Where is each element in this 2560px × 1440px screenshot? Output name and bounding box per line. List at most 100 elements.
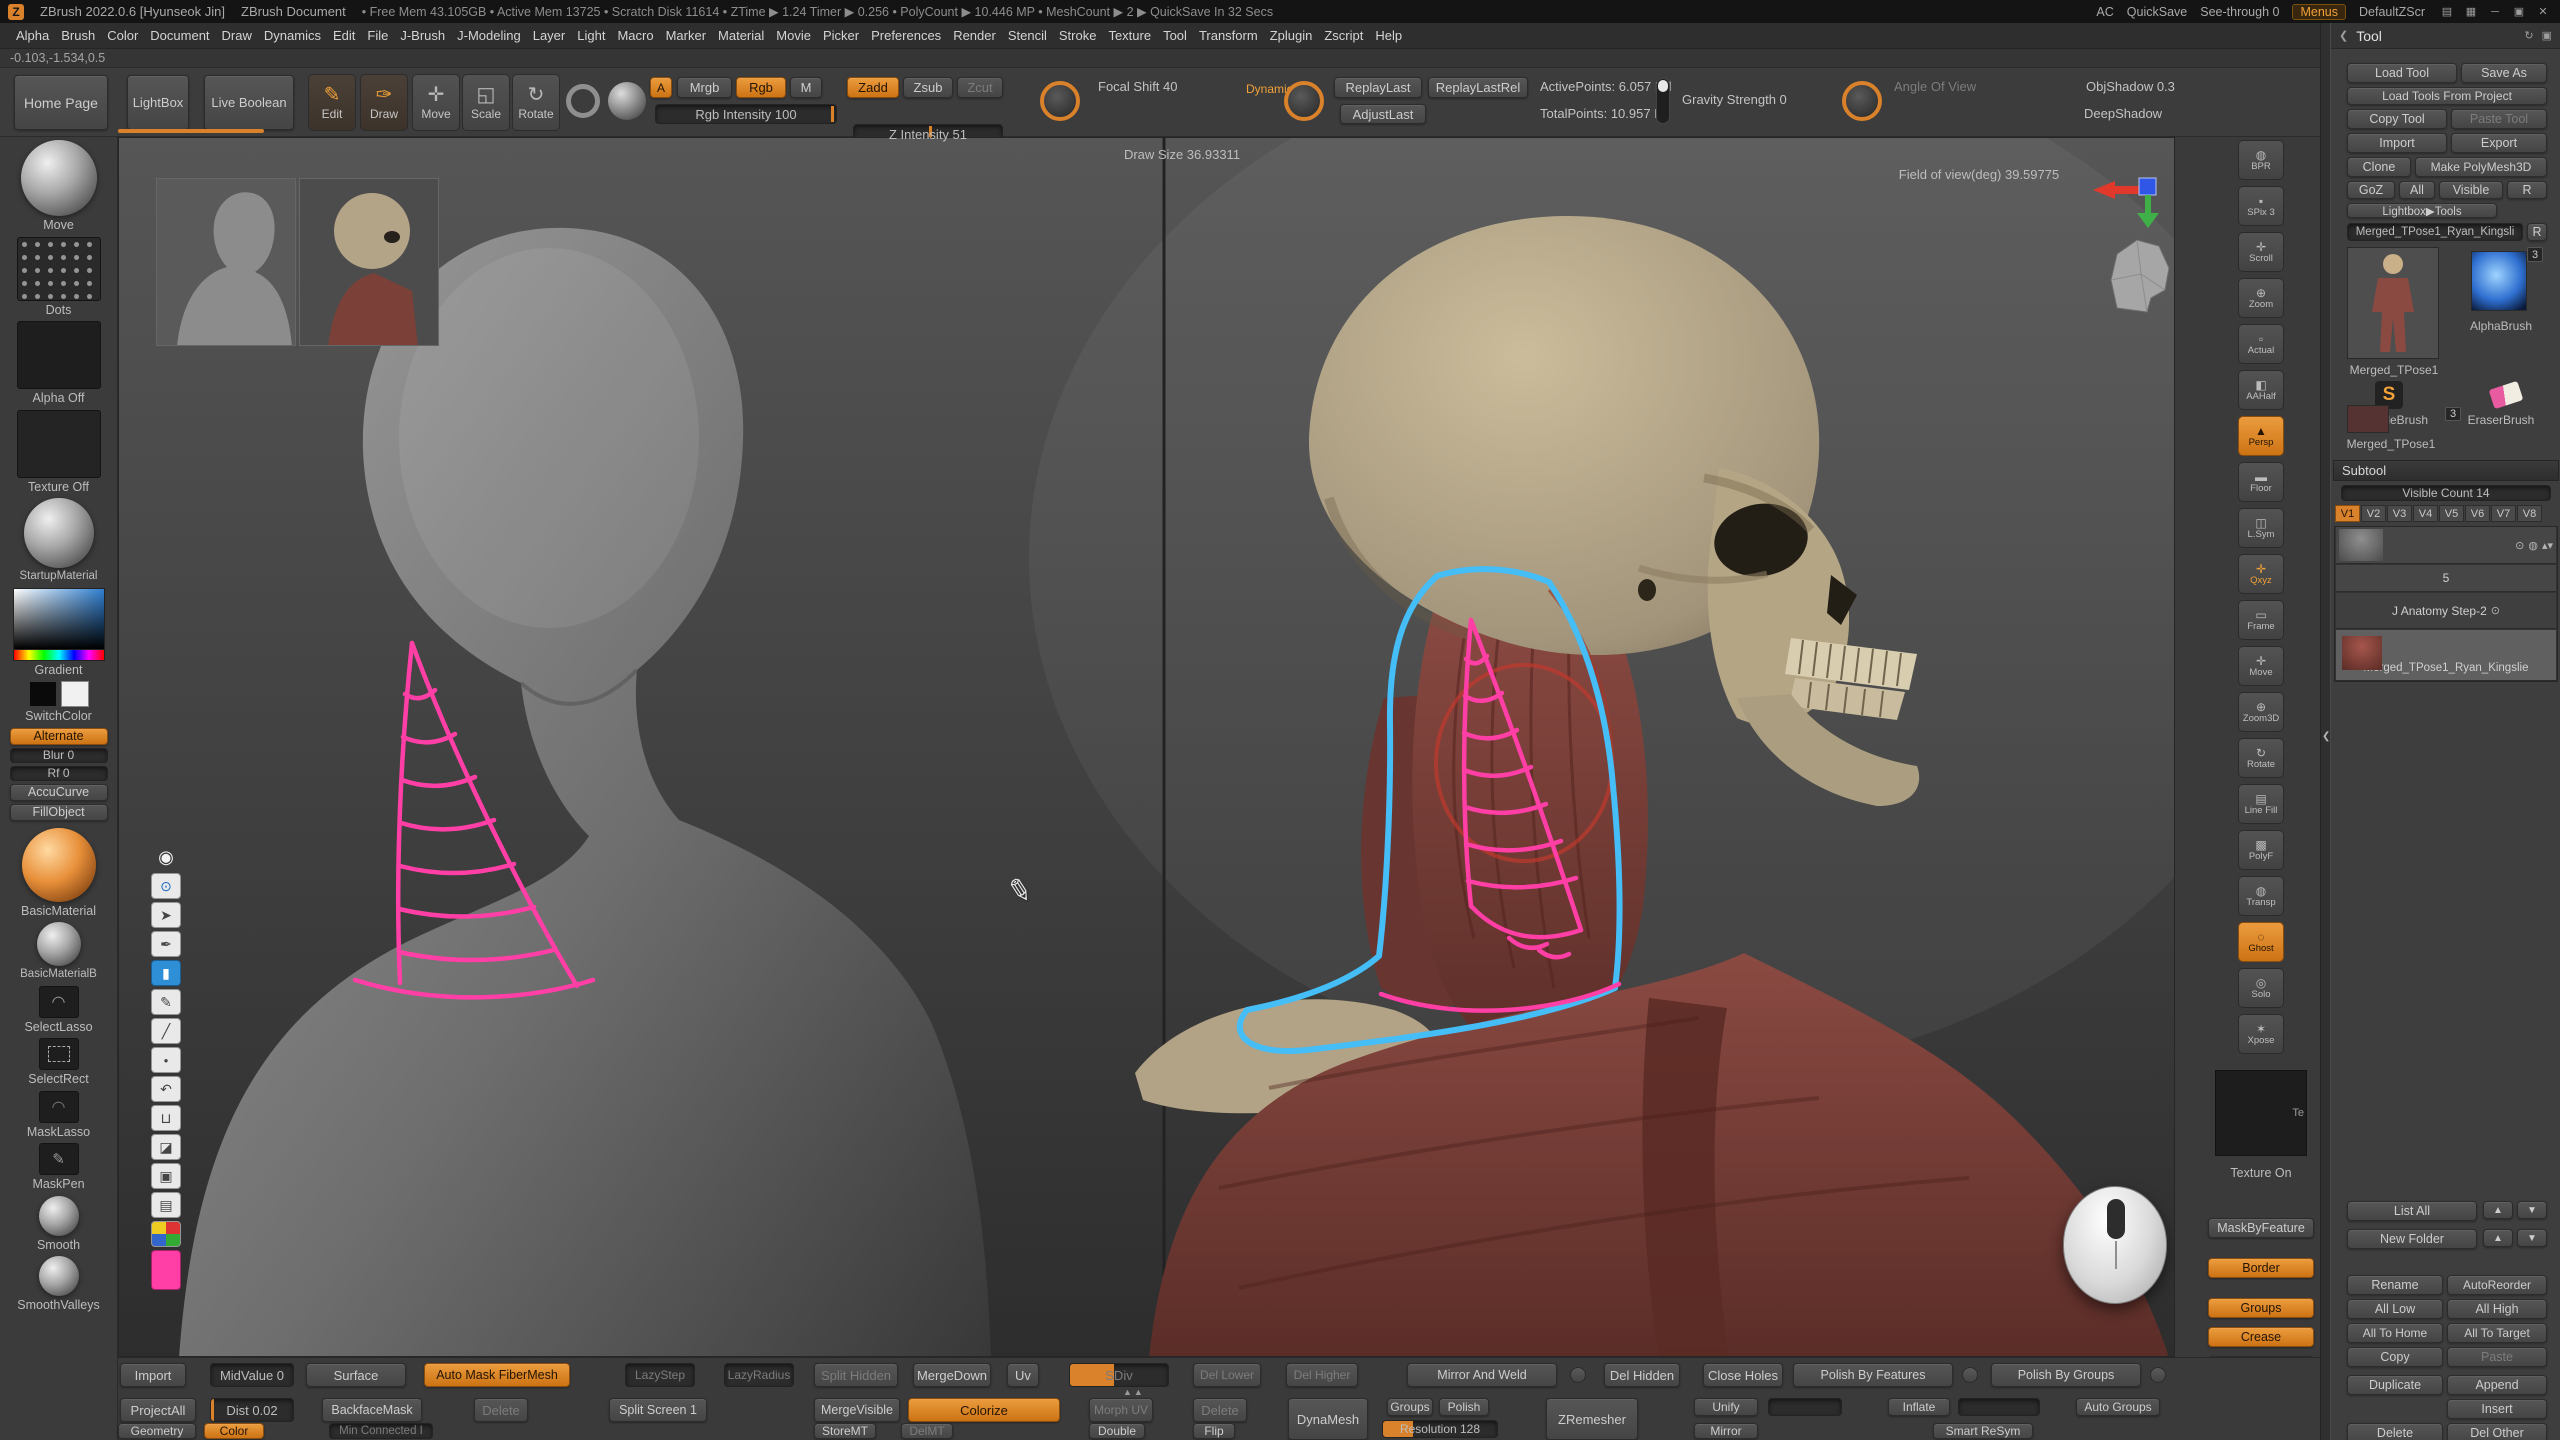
menu-item[interactable]: Picker bbox=[817, 28, 865, 43]
fill-object-button[interactable]: FillObject bbox=[10, 804, 108, 821]
zoom-button[interactable]: ⊕ Zoom bbox=[2238, 278, 2284, 318]
mergedown-button[interactable]: MergeDown bbox=[913, 1363, 991, 1387]
texture-thumbnail[interactable] bbox=[17, 410, 101, 478]
move-down-button[interactable]: ▼ bbox=[2517, 1201, 2547, 1219]
mirror-and-weld-button[interactable]: Mirror And Weld bbox=[1407, 1363, 1557, 1387]
mask-lasso-thumbnail[interactable]: ◠ bbox=[39, 1091, 79, 1123]
rgb-button[interactable]: Rgb bbox=[736, 77, 786, 98]
copy-tool-button[interactable]: Copy Tool bbox=[2347, 109, 2447, 129]
lazystep-slider[interactable]: LazyStep bbox=[625, 1363, 695, 1387]
nib-icon[interactable]: ✒ bbox=[151, 931, 181, 957]
field-of-view-slider[interactable]: Field of view(deg) 39.59775 bbox=[1890, 164, 2068, 184]
gravity-knob[interactable] bbox=[1658, 80, 1668, 92]
secondary-color-swatch[interactable] bbox=[61, 681, 89, 707]
menu-item[interactable]: Texture bbox=[1102, 28, 1157, 43]
menu-item[interactable]: Render bbox=[947, 28, 1002, 43]
menu-item[interactable]: Movie bbox=[770, 28, 817, 43]
duplicate-button[interactable]: Duplicate bbox=[2347, 1375, 2443, 1395]
material-sphere-icon[interactable] bbox=[608, 82, 646, 120]
new-folder-button[interactable]: New Folder bbox=[2347, 1229, 2477, 1249]
copy-button[interactable]: Copy bbox=[2347, 1347, 2443, 1367]
storemt-button[interactable]: StoreMT bbox=[814, 1423, 876, 1439]
sdiv-slider[interactable]: SDiv bbox=[1069, 1363, 1169, 1387]
menu-item[interactable]: Zscript bbox=[1318, 28, 1369, 43]
alternate-button[interactable]: Alternate bbox=[10, 728, 108, 745]
save-as-button[interactable]: Save As bbox=[2461, 63, 2547, 83]
smooth-valleys-thumbnail[interactable] bbox=[39, 1256, 79, 1296]
polyf-button[interactable]: ▩ PolyF bbox=[2238, 830, 2284, 870]
del-lower-button[interactable]: Del Lower bbox=[1193, 1363, 1261, 1387]
smooth-brush-thumbnail[interactable] bbox=[39, 1196, 79, 1236]
hue-strip[interactable] bbox=[13, 650, 105, 661]
flip-button[interactable]: Flip bbox=[1193, 1423, 1235, 1439]
scale-button[interactable]: ◱ Scale bbox=[462, 74, 510, 131]
obj-shadow-slider[interactable]: ObjShadow 0.3 bbox=[2086, 79, 2175, 94]
fov-dial-icon[interactable] bbox=[1842, 81, 1882, 121]
palette-icon[interactable]: ▦ bbox=[151, 1221, 181, 1247]
color-picker-field[interactable] bbox=[13, 588, 105, 650]
autoreorder-button[interactable]: AutoReorder bbox=[2447, 1275, 2547, 1295]
restore-icon[interactable]: ▣ bbox=[2510, 4, 2528, 19]
menu-item[interactable]: Document bbox=[144, 28, 215, 43]
menu-item[interactable]: Tool bbox=[1157, 28, 1193, 43]
blank-slider-1[interactable] bbox=[1768, 1398, 1842, 1416]
all-low-button[interactable]: All Low bbox=[2347, 1299, 2443, 1319]
zoom3d-button[interactable]: ⊕ Zoom3D bbox=[2238, 692, 2284, 732]
load-tools-from-project-button[interactable]: Load Tools From Project bbox=[2347, 87, 2547, 105]
highlighter-icon[interactable]: ▮ bbox=[151, 960, 181, 986]
delete-button-2[interactable]: Delete bbox=[1193, 1398, 1247, 1422]
crease-button[interactable]: Crease bbox=[2208, 1327, 2314, 1347]
move-button[interactable]: ✛ Move bbox=[2238, 646, 2284, 686]
default-zscript-button[interactable]: DefaultZScr bbox=[2359, 5, 2425, 19]
menu-item[interactable]: File bbox=[361, 28, 394, 43]
xpose-button[interactable]: ✶ Xpose bbox=[2238, 1014, 2284, 1054]
menu-item[interactable]: Zplugin bbox=[1264, 28, 1319, 43]
pen-icon[interactable]: ✎ bbox=[151, 989, 181, 1015]
alpha-thumbnail[interactable] bbox=[17, 321, 101, 389]
double-button[interactable]: Double bbox=[1089, 1423, 1145, 1439]
dot-icon[interactable]: ● bbox=[151, 1047, 181, 1073]
deep-shadow-button[interactable]: DeepShadow bbox=[2084, 106, 2162, 121]
tray-divider[interactable]: ❮ bbox=[2320, 23, 2330, 1440]
blur-slider[interactable]: Blur 0 bbox=[10, 748, 108, 763]
close-icon[interactable]: ✕ bbox=[2534, 4, 2552, 19]
minimize-icon[interactable]: ─ bbox=[2486, 4, 2504, 19]
aahalf-button[interactable]: ◧ AAHalf bbox=[2238, 370, 2284, 410]
goz-visible-button[interactable]: Visible bbox=[2439, 181, 2503, 199]
zremesher-button[interactable]: ZRemesher bbox=[1546, 1398, 1638, 1440]
texture-on-label[interactable]: Texture On bbox=[2230, 1166, 2291, 1180]
menu-item[interactable]: Dynamics bbox=[258, 28, 327, 43]
subtool-thumbnail[interactable] bbox=[2342, 636, 2382, 670]
all-to-target-button[interactable]: All To Target bbox=[2447, 1323, 2547, 1343]
subtool-row[interactable]: ⊙ ◍ ▴▾ bbox=[2336, 527, 2556, 564]
transp-button[interactable]: ◍ Transp bbox=[2238, 876, 2284, 916]
subtool-row[interactable]: J Anatomy Step-2 ⊙ bbox=[2336, 593, 2556, 629]
delete-button-1[interactable]: Delete bbox=[474, 1398, 528, 1422]
dock-icon[interactable]: ▣ bbox=[2542, 29, 2552, 42]
polish-button[interactable]: Polish bbox=[1439, 1398, 1489, 1416]
mergevisible-button[interactable]: MergeVisible bbox=[814, 1398, 900, 1422]
close-holes-button[interactable]: Close Holes bbox=[1703, 1363, 1783, 1387]
subtool-section-header[interactable]: Subtool bbox=[2333, 460, 2559, 481]
min-connected-slider[interactable]: Min Connected I bbox=[329, 1423, 433, 1439]
menu-item[interactable]: J-Modeling bbox=[451, 28, 527, 43]
linefill-button[interactable]: ▤ Line Fill bbox=[2238, 784, 2284, 824]
replay-last-button[interactable]: ReplayLast bbox=[1334, 77, 1422, 98]
eye-icon[interactable]: ⊙ bbox=[151, 873, 181, 899]
paste-button[interactable]: Paste bbox=[2447, 1347, 2547, 1367]
zcut-button[interactable]: Zcut bbox=[957, 77, 1003, 98]
subtool-version-tab[interactable]: V3 bbox=[2387, 505, 2412, 522]
draw-button[interactable]: ✑ Draw bbox=[360, 74, 408, 131]
polish-by-groups-button[interactable]: Polish By Groups bbox=[1991, 1363, 2141, 1387]
inflate-button[interactable]: Inflate bbox=[1888, 1398, 1950, 1416]
make-polymesh3d-button[interactable]: Make PolyMesh3D bbox=[2415, 157, 2547, 177]
cycle-icon[interactable]: ↻ bbox=[2524, 29, 2533, 42]
subtool-thumbnail[interactable] bbox=[2339, 529, 2383, 561]
focal-shift-dial-icon[interactable] bbox=[1040, 81, 1080, 121]
document-canvas[interactable]: ◉⊙➤✒▮✎╱●↶⊔◪▣▤▦ ✎ bbox=[118, 137, 2175, 1357]
recent-tool-thumbnail[interactable] bbox=[2347, 405, 2389, 433]
persp-button[interactable]: ▲ Persp bbox=[2238, 416, 2284, 456]
eraser-icon[interactable]: ◪ bbox=[151, 1134, 181, 1160]
a-toggle-button[interactable]: A bbox=[650, 77, 672, 98]
screenshot-icon[interactable]: ▣ bbox=[151, 1163, 181, 1189]
